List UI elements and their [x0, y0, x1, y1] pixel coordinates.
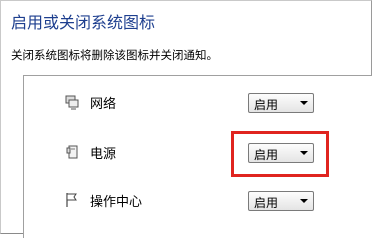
action-center-state-value: 启用: [254, 196, 279, 210]
network-state-select[interactable]: 启用: [248, 93, 314, 113]
chevron-down-icon: [300, 101, 308, 105]
network-state-value: 启用: [254, 98, 279, 112]
highlight-box: [231, 131, 329, 177]
power-icon: [66, 145, 78, 159]
page-description: 关闭系统图标将删除该图标并关闭通知。: [11, 48, 218, 62]
list-item-network: 网络 启用: [24, 88, 372, 118]
network-icon: [65, 95, 79, 110]
action-center-state-select[interactable]: 启用: [248, 191, 314, 211]
page-title: 启用或关闭系统图标: [11, 13, 156, 32]
power-label: 电源: [90, 147, 117, 162]
action-center-flag-icon: [66, 193, 77, 207]
action-center-label: 操作中心: [90, 195, 143, 210]
system-icons-window: 启用或关闭系统图标 关闭系统图标将删除该图标并关闭通知。 网络 启用 电源 启用…: [0, 0, 372, 238]
chevron-down-icon: [300, 199, 308, 203]
list-item-action-center: 操作中心 启用: [24, 186, 372, 216]
network-label: 网络: [90, 97, 117, 112]
